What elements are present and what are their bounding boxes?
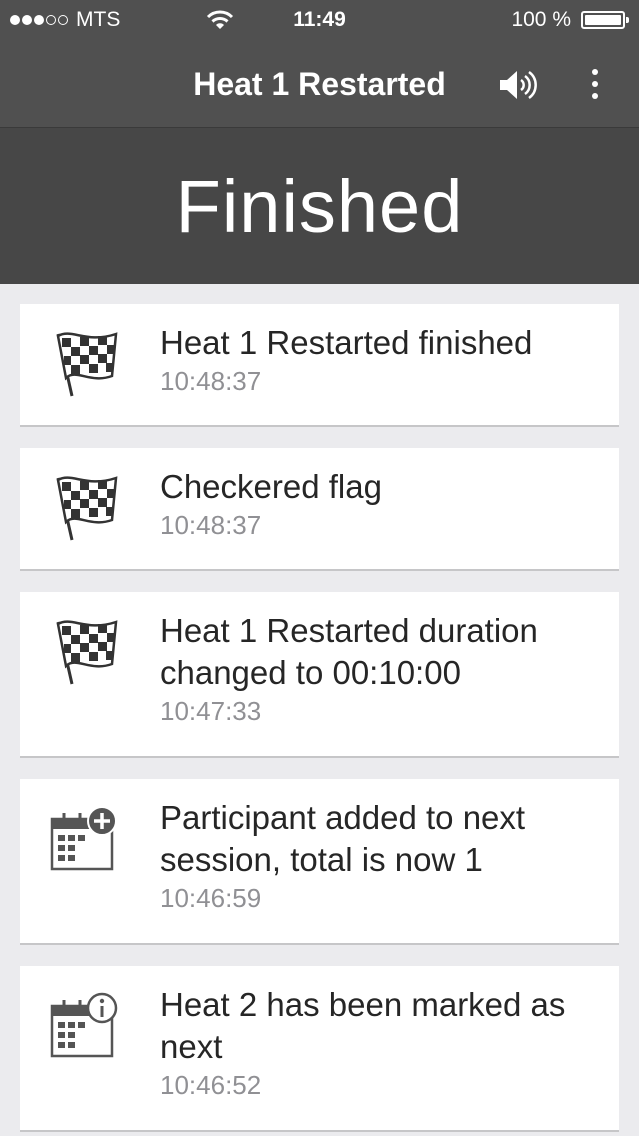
event-message: Heat 1 Restarted duration changed to 00:… (160, 612, 538, 691)
calendar-add-icon (46, 801, 122, 877)
calendar-info-icon (46, 988, 122, 1064)
page-title-text: Heat 1 Restarted (193, 66, 446, 102)
event-time: 10:46:52 (160, 1070, 262, 1100)
battery-percentage: 100 % (511, 8, 571, 31)
session-status: Finished (175, 164, 464, 248)
event-message: Heat 1 Restarted finished (160, 324, 533, 361)
page-title: Heat 1 Restarted (0, 66, 639, 103)
status-bar: MTS 11:49 100 % (0, 0, 639, 40)
speaker-icon[interactable] (496, 68, 538, 102)
navigation-bar: Heat 1 Restarted (0, 40, 639, 128)
event-card: Checkered flag 10:48:37 (20, 448, 619, 571)
battery-icon (581, 11, 629, 29)
event-message: Checkered flag (160, 468, 382, 505)
event-message: Participant added to next session, total… (160, 799, 526, 878)
event-time: 10:47:33 (160, 696, 262, 726)
event-time: 10:48:37 (160, 510, 262, 540)
checkered-flag-icon (46, 470, 122, 546)
event-message: Heat 2 has been marked as next (160, 986, 566, 1065)
event-card: Participant added to next session, total… (20, 779, 619, 945)
event-card: Heat 2 has been marked as next 10:46:52 (20, 966, 619, 1132)
event-time: 10:48:37 (160, 366, 262, 396)
event-card: Heat 1 Restarted finished 10:48:37 (20, 304, 619, 427)
event-time: 10:46:59 (160, 883, 262, 913)
checkered-flag-icon (46, 326, 122, 402)
more-vertical-icon[interactable] (580, 64, 610, 104)
event-card: Heat 1 Restarted duration changed to 00:… (20, 592, 619, 758)
session-status-banner: Finished (0, 128, 639, 284)
checkered-flag-icon (46, 614, 122, 690)
